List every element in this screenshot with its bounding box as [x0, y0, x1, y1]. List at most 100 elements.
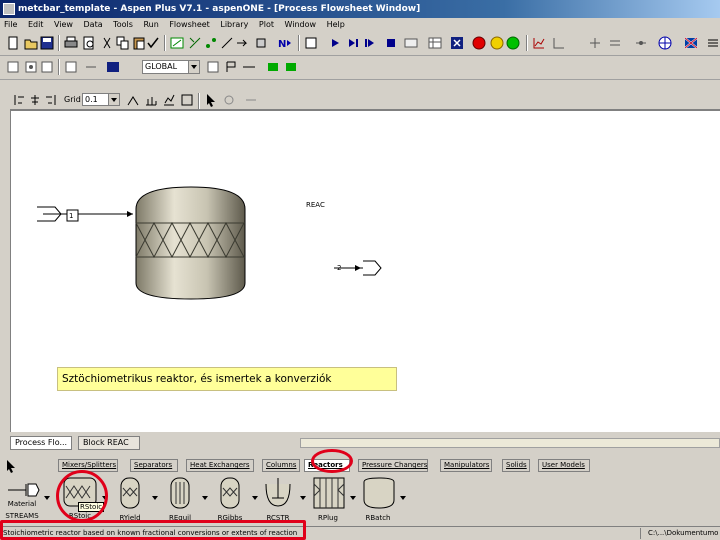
section-block-icon[interactable]	[266, 60, 280, 74]
libtab-manipulators[interactable]: Manipulators	[440, 459, 492, 472]
results-icon[interactable]	[404, 36, 418, 50]
section-flag-icon[interactable]	[224, 60, 238, 74]
feed-stream-arrow[interactable]	[37, 206, 63, 222]
menu-run[interactable]: Run	[139, 18, 162, 32]
next-icon[interactable]: N	[278, 36, 292, 50]
reinitialize-icon[interactable]	[384, 36, 398, 50]
libtab-solids[interactable]: Solids	[502, 459, 530, 472]
select-pointer-icon[interactable]	[204, 93, 218, 107]
setup-icon[interactable]	[188, 36, 202, 50]
blocks-icon[interactable]	[254, 36, 268, 50]
align-right-icon[interactable]	[44, 93, 58, 107]
annotation-text: Sztöchiometrikus reaktor, és ismertek a …	[62, 373, 332, 385]
stop-icon[interactable]	[362, 36, 376, 50]
rotate-icon[interactable]	[222, 93, 236, 107]
title-bar: metcbar_template - Aspen Plus V7.1 - asp…	[0, 0, 720, 18]
run-icon[interactable]	[328, 36, 342, 50]
menu-plot[interactable]: Plot	[255, 18, 278, 32]
data-browser-form-icon[interactable]	[40, 60, 54, 74]
toolbar-more-icon[interactable]	[706, 36, 720, 50]
new-file-icon[interactable]	[6, 36, 20, 50]
menu-data[interactable]: Data	[80, 18, 107, 32]
step-icon[interactable]	[346, 36, 360, 50]
libtab-pressure-changers[interactable]: Pressure Changers	[358, 459, 428, 472]
material-stream-selector[interactable]: Material STREAMS	[2, 474, 42, 522]
status-red-icon	[472, 36, 486, 50]
grid-size-value: 0.1	[85, 95, 98, 104]
material-stream-icon	[8, 483, 40, 497]
model-rgibbs[interactable]: RGibbs	[210, 474, 250, 522]
cut-icon[interactable]	[100, 36, 114, 50]
menu-tools[interactable]: Tools	[109, 18, 137, 32]
menu-view[interactable]: View	[50, 18, 77, 32]
material-dropdown-icon[interactable]	[44, 496, 50, 500]
rplug-dropdown-icon[interactable]	[350, 496, 356, 500]
libtab-separators[interactable]: Separators	[130, 459, 178, 472]
horizontal-scrollbar[interactable]	[300, 438, 720, 448]
copy-icon[interactable]	[116, 36, 130, 50]
libtab-user-models[interactable]: User Models	[538, 459, 590, 472]
model-ryield[interactable]: RYield	[110, 474, 150, 522]
zoom-icon[interactable]	[162, 93, 176, 107]
sensitivity-icon[interactable]	[608, 36, 622, 50]
plot-wizard-icon[interactable]	[552, 36, 566, 50]
rcstr-dropdown-icon[interactable]	[300, 496, 306, 500]
show-grid-icon[interactable]	[144, 93, 158, 107]
close-file-icon[interactable]	[450, 36, 464, 50]
section-move-icon[interactable]	[284, 60, 298, 74]
results-form-icon[interactable]	[24, 60, 38, 74]
control-panel-icon[interactable]	[304, 36, 318, 50]
plot-icon[interactable]	[532, 36, 546, 50]
stream-results-icon[interactable]	[64, 60, 78, 74]
menu-window[interactable]: Window	[281, 18, 321, 32]
print-preview-icon[interactable]	[82, 36, 96, 50]
model-requil[interactable]: REquil	[160, 474, 200, 522]
annotation-textbox[interactable]: Sztöchiometrikus reaktor, és ismertek a …	[57, 367, 397, 391]
grid-size-combo[interactable]: 0.1	[82, 93, 120, 106]
globe-icon[interactable]	[658, 36, 672, 50]
align-left-icon[interactable]	[12, 93, 26, 107]
print-icon[interactable]	[64, 36, 78, 50]
input-form-icon[interactable]	[6, 60, 20, 74]
section-combo[interactable]: GLOBAL	[142, 60, 200, 74]
zoom-fit-icon[interactable]	[180, 93, 194, 107]
rstoic-reactor-block[interactable]	[135, 186, 246, 300]
model-rplug[interactable]: RPlug	[308, 474, 348, 522]
menu-edit[interactable]: Edit	[24, 18, 48, 32]
units-icon[interactable]	[106, 60, 120, 74]
display-options-icon[interactable]	[84, 60, 98, 74]
model-library-icon[interactable]	[588, 36, 602, 50]
flag-icon[interactable]	[684, 36, 698, 50]
streams-icon[interactable]	[236, 36, 250, 50]
ryield-dropdown-icon[interactable]	[152, 496, 158, 500]
snap-grid-icon[interactable]	[126, 93, 140, 107]
tab-block-reac[interactable]: Block REAC	[78, 436, 140, 450]
data-fit-icon[interactable]	[634, 36, 648, 50]
menu-flowsheet[interactable]: Flowsheet	[165, 18, 213, 32]
components-icon[interactable]	[204, 36, 218, 50]
model-rcstr[interactable]: RCSTR	[258, 474, 298, 522]
section-stream-icon[interactable]	[242, 60, 256, 74]
libtab-columns[interactable]: Columns	[262, 459, 300, 472]
open-folder-icon[interactable]	[24, 36, 38, 50]
save-icon[interactable]	[40, 36, 54, 50]
tab-process-flowsheet[interactable]: Process Flo...	[10, 436, 72, 450]
requil-dropdown-icon[interactable]	[202, 496, 208, 500]
menu-library[interactable]: Library	[216, 18, 252, 32]
data-browser-icon[interactable]	[170, 36, 184, 50]
flip-icon[interactable]	[244, 93, 258, 107]
model-rbatch[interactable]: RBatch	[358, 474, 398, 522]
flowsheet-canvas[interactable]: REAC 1 2 Sztöchiometrikus reaktor, és is…	[9, 110, 720, 433]
menu-help[interactable]: Help	[323, 18, 349, 32]
library-pointer-icon[interactable]	[4, 459, 18, 473]
paste-icon[interactable]	[132, 36, 146, 50]
properties-icon[interactable]	[220, 36, 234, 50]
align-center-icon[interactable]	[28, 93, 42, 107]
check-icon[interactable]	[146, 36, 160, 50]
libtab-heat-exchangers[interactable]: Heat Exchangers	[186, 459, 254, 472]
menu-file[interactable]: File	[0, 18, 21, 32]
status-green-icon	[506, 36, 520, 50]
stream-table-icon[interactable]	[428, 36, 442, 50]
rbatch-dropdown-icon[interactable]	[400, 496, 406, 500]
section-new-icon[interactable]	[206, 60, 220, 74]
